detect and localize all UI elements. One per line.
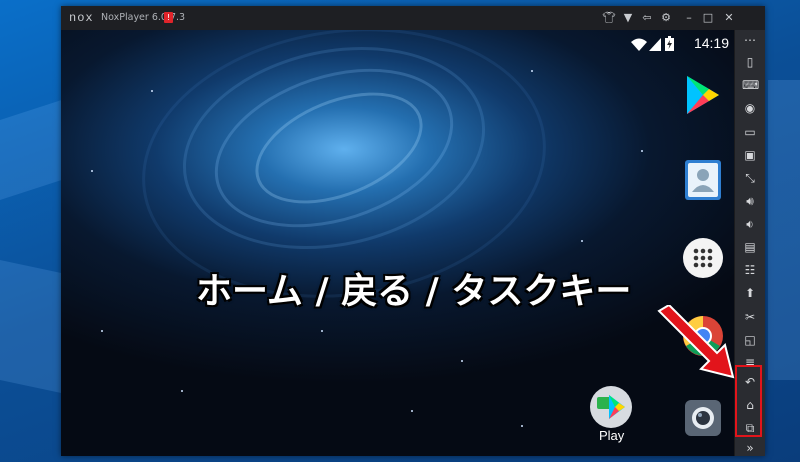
update-badge[interactable]: ! bbox=[164, 12, 173, 23]
import-icon[interactable]: ⬆ bbox=[742, 286, 758, 300]
more-icon[interactable]: ⋯ bbox=[742, 33, 758, 47]
star bbox=[581, 240, 583, 242]
volume-up-icon[interactable]: 🔊︎ bbox=[742, 194, 758, 208]
settings-icon[interactable]: ⚙ bbox=[658, 10, 674, 26]
titlebar[interactable]: nox NoxPlayer 6.0.7.3 ! 👕︎ ▼ ⇦ ⚙ – □ ✕ bbox=[61, 6, 765, 30]
screen-icon[interactable]: ▭ bbox=[742, 125, 758, 139]
play-folder-icon bbox=[590, 386, 632, 428]
shake-icon[interactable]: ▯ bbox=[742, 55, 758, 69]
star bbox=[641, 150, 643, 152]
star bbox=[91, 170, 93, 172]
app-drawer[interactable] bbox=[681, 236, 725, 280]
desktop-background bbox=[768, 80, 800, 380]
star bbox=[521, 425, 523, 427]
star bbox=[151, 90, 153, 92]
signal-icon bbox=[649, 38, 661, 51]
star bbox=[411, 410, 413, 412]
play-store-icon bbox=[687, 76, 719, 114]
nox-logo: nox bbox=[69, 11, 94, 25]
fullscreen-icon[interactable]: ⤡ bbox=[742, 171, 758, 185]
star bbox=[321, 330, 323, 332]
star bbox=[101, 330, 103, 332]
app-contacts[interactable] bbox=[681, 158, 725, 202]
keyboard-icon[interactable]: ⌨ bbox=[742, 78, 759, 92]
chevron-down-icon[interactable]: ▼ bbox=[620, 10, 636, 26]
maximize-icon[interactable]: □ bbox=[700, 10, 716, 26]
desktop-background bbox=[0, 97, 70, 200]
annotation-caption: ホーム / 戻る / タスクキー bbox=[196, 271, 632, 312]
desktop-background bbox=[0, 260, 70, 395]
android-screen[interactable]: 14:19 bbox=[61, 30, 735, 456]
noxplayer-window: nox NoxPlayer 6.0.7.3 ! 👕︎ ▼ ⇦ ⚙ – □ ✕ 1… bbox=[61, 6, 765, 456]
close-icon[interactable]: ✕ bbox=[721, 10, 737, 26]
star bbox=[531, 70, 533, 72]
app-drawer-icon bbox=[683, 238, 723, 278]
battery-icon bbox=[665, 36, 674, 51]
star bbox=[461, 360, 463, 362]
play-app-label: Play bbox=[599, 428, 625, 443]
screenshot-icon[interactable]: ▣ bbox=[742, 148, 758, 162]
app-play-store[interactable] bbox=[681, 73, 725, 117]
pin-icon[interactable]: ⇦ bbox=[639, 10, 655, 26]
volume-down-icon[interactable]: 🔉︎ bbox=[742, 217, 758, 231]
app-camera[interactable] bbox=[681, 396, 725, 440]
multi-instance-icon[interactable]: ☷ bbox=[742, 263, 758, 277]
annotation-arrow bbox=[657, 305, 735, 379]
wifi-icon bbox=[631, 38, 647, 51]
camera-icon bbox=[685, 400, 721, 436]
location-icon[interactable]: ◉ bbox=[742, 101, 758, 115]
status-bar: 14:19 bbox=[629, 34, 729, 54]
minimize-icon[interactable]: – bbox=[681, 10, 697, 26]
star bbox=[181, 390, 183, 392]
tshirt-icon[interactable]: 👕︎ bbox=[601, 10, 617, 26]
nav-keys-highlight bbox=[735, 365, 762, 437]
apk-icon[interactable]: ▤ bbox=[742, 240, 758, 254]
clock: 14:19 bbox=[693, 35, 729, 51]
contacts-icon bbox=[685, 160, 721, 200]
expand-icon[interactable]: » bbox=[742, 441, 758, 455]
app-play-folder[interactable] bbox=[589, 385, 633, 429]
